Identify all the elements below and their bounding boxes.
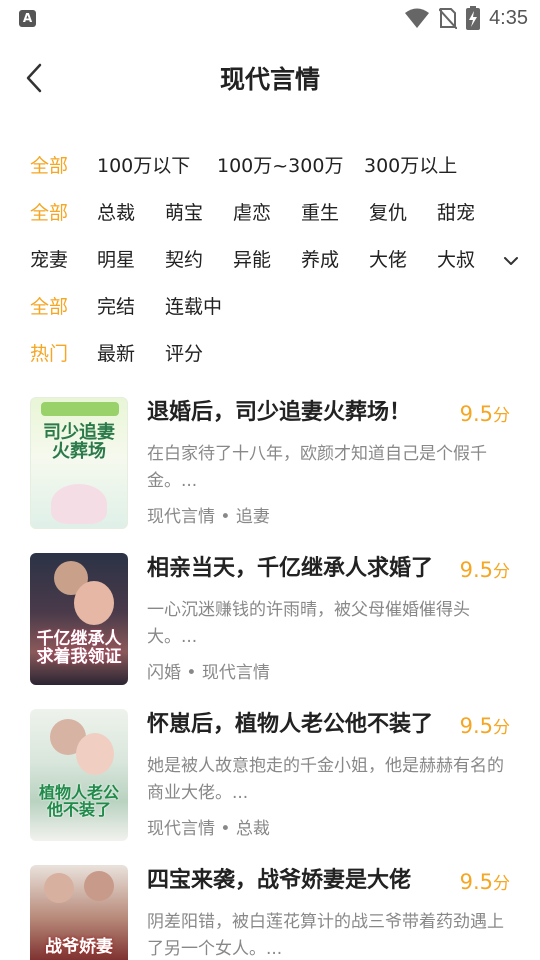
filter-status-ongoing[interactable]: 连载中 bbox=[165, 289, 222, 325]
filter-status-all[interactable]: 全部 bbox=[30, 289, 97, 325]
filter-row-status: 全部 完结 连载中 bbox=[30, 289, 222, 325]
filter-category[interactable]: 养成 bbox=[301, 242, 369, 278]
filter-category[interactable]: 萌宝 bbox=[165, 195, 233, 231]
sort-rating[interactable]: 评分 bbox=[165, 336, 203, 372]
filter-category[interactable]: 大佬 bbox=[369, 242, 437, 278]
book-title: 四宝来袭，战爷娇妻是大佬 bbox=[147, 868, 412, 893]
book-description: 一心沉迷赚钱的许雨晴，被父母催婚催得头大。... bbox=[147, 600, 470, 647]
filter-category[interactable]: 虐恋 bbox=[233, 195, 301, 231]
no-sim-icon bbox=[439, 8, 458, 29]
filter-words-under-1m[interactable]: 100万以下 bbox=[97, 148, 217, 184]
filter-row-sort: 热门 最新 评分 bbox=[30, 336, 203, 372]
book-title: 退婚后，司少追妻火葬场！ bbox=[147, 400, 412, 425]
book-title: 怀崽后，植物人老公他不装了 bbox=[147, 712, 434, 737]
book-tags: 闪婚 • 现代言情 bbox=[147, 663, 270, 683]
chevron-down-icon bbox=[504, 257, 518, 265]
filter-words-all[interactable]: 全部 bbox=[30, 148, 97, 184]
book-tags: 现代言情 • 追妻 bbox=[147, 507, 270, 527]
filter-row-categories-more: 宠妻 明星 契约 异能 养成 大佬 大叔 bbox=[30, 242, 475, 278]
book-score: 9.5分 bbox=[459, 714, 510, 738]
filter-status-completed[interactable]: 完结 bbox=[97, 289, 165, 325]
sort-hot[interactable]: 热门 bbox=[30, 336, 97, 372]
filter-words-over-3m[interactable]: 300万以上 bbox=[364, 148, 457, 184]
status-icons: 4:35 bbox=[404, 5, 528, 31]
book-description: 在白家待了十八年，欧颜才知道自己是个假千金。... bbox=[147, 444, 487, 491]
filter-category[interactable]: 总裁 bbox=[97, 195, 165, 231]
book-tags: 现代言情 • 总裁 bbox=[147, 819, 270, 839]
book-cover[interactable]: 战爷娇妻 bbox=[30, 865, 128, 960]
book-cover[interactable]: 植物人老公他不装了 bbox=[30, 709, 128, 841]
expand-categories-button[interactable] bbox=[500, 250, 522, 272]
book-description: 阴差阳错，被白莲花算计的战三爷带着药劲遇上了另一个女人。... bbox=[147, 912, 504, 959]
filter-category[interactable]: 复仇 bbox=[369, 195, 437, 231]
book-score: 9.5分 bbox=[459, 402, 510, 426]
app-header: 现代言情 bbox=[0, 48, 540, 108]
filter-category[interactable]: 宠妻 bbox=[30, 242, 97, 278]
book-list-item[interactable]: 千亿继承人求着我领证 相亲当天，千亿继承人求婚了 9.5分 一心沉迷赚钱的许雨晴… bbox=[30, 553, 520, 693]
status-bar: A 4:35 bbox=[0, 0, 540, 36]
filter-category[interactable]: 契约 bbox=[165, 242, 233, 278]
battery-charging-icon bbox=[466, 6, 481, 30]
book-list-item[interactable]: 战爷娇妻 四宝来袭，战爷娇妻是大佬 9.5分 阴差阳错，被白莲花算计的战三爷带着… bbox=[30, 865, 520, 960]
book-list-item[interactable]: 植物人老公他不装了 怀崽后，植物人老公他不装了 9.5分 她是被人故意抱走的千金… bbox=[30, 709, 520, 849]
cover-title: 司少追妻火葬场 bbox=[43, 422, 115, 462]
app-notification-icon: A bbox=[19, 10, 36, 27]
filter-category[interactable]: 异能 bbox=[233, 242, 301, 278]
sort-newest[interactable]: 最新 bbox=[97, 336, 165, 372]
book-score: 9.5分 bbox=[459, 870, 510, 894]
filter-category[interactable]: 重生 bbox=[301, 195, 369, 231]
cover-title: 战爷娇妻 bbox=[45, 937, 113, 957]
cover-title: 千亿继承人求着我领证 bbox=[36, 629, 122, 667]
filter-category[interactable]: 大叔 bbox=[437, 242, 475, 278]
book-title: 相亲当天，千亿继承人求婚了 bbox=[147, 556, 434, 581]
cover-title: 植物人老公他不装了 bbox=[38, 783, 119, 819]
filter-row-categories: 全部 总裁 萌宝 虐恋 重生 复仇 甜宠 bbox=[30, 195, 475, 231]
filter-category[interactable]: 甜宠 bbox=[437, 195, 475, 231]
filter-row-words: 全部 100万以下 100万~300万 300万以上 bbox=[30, 148, 457, 184]
page-title: 现代言情 bbox=[219, 65, 320, 94]
wifi-icon bbox=[405, 8, 430, 28]
book-cover[interactable]: 司少追妻火葬场 bbox=[30, 397, 128, 529]
clock: 4:35 bbox=[489, 6, 528, 29]
book-score: 9.5分 bbox=[459, 558, 510, 582]
book-description: 她是被人故意抱走的千金小姐，他是赫赫有名的商业大佬。... bbox=[147, 756, 504, 803]
filter-words-1m-3m[interactable]: 100万~300万 bbox=[217, 148, 364, 184]
book-cover[interactable]: 千亿继承人求着我领证 bbox=[30, 553, 128, 685]
filter-category[interactable]: 明星 bbox=[97, 242, 165, 278]
filter-category-all[interactable]: 全部 bbox=[30, 195, 97, 231]
book-list-item[interactable]: 司少追妻火葬场 退婚后，司少追妻火葬场！ 9.5分 在白家待了十八年，欧颜才知道… bbox=[30, 397, 520, 537]
